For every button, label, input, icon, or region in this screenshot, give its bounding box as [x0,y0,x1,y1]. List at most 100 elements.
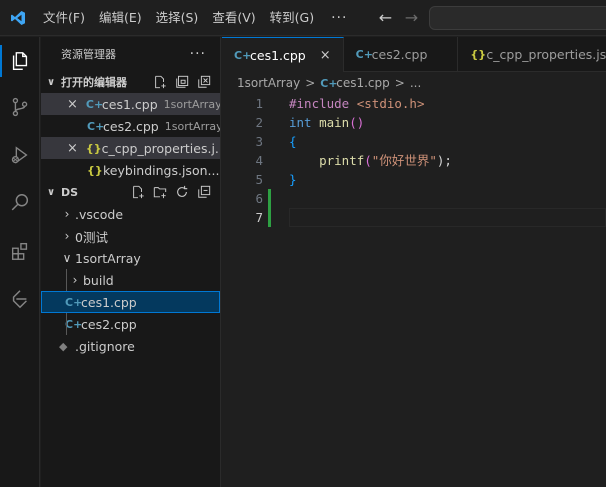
explorer-sidebar: 资源管理器 ··· ∨ 打开的编辑器 × C+ ces1.cpp 1sortAr… [41,37,221,487]
workspace-label: DS [61,185,79,199]
cpp-file-icon: C+ [85,97,104,111]
close-icon[interactable]: × [67,97,78,112]
tab-ces2-cpp[interactable]: C+ ces2.cpp [344,37,459,72]
vscode-logo-icon[interactable] [0,0,36,36]
arrow-left-icon[interactable]: ← [377,8,393,27]
tab-c-cpp-properties[interactable]: {} c_cpp_properties.json [458,37,606,72]
remote-explorer-icon[interactable] [0,277,40,321]
tree-file-item[interactable]: ◆ .gitignore [41,335,220,357]
new-file-icon[interactable] [130,184,146,200]
tree-file-item-selected[interactable]: C+ ces1.cpp [41,291,220,313]
new-folder-icon[interactable] [152,184,168,200]
open-editor-name: ces2.cpp [103,118,159,134]
refresh-icon[interactable] [174,184,190,200]
tree-item-label: ces1.cpp [81,294,137,310]
save-all-icon[interactable] [174,74,190,90]
tree-folder-item[interactable]: › .vscode [41,203,220,225]
open-editors-actions [152,74,212,90]
open-editors-section-header[interactable]: ∨ 打开的编辑器 [41,71,220,93]
line-number: 6 [255,191,263,206]
line-number: 3 [255,134,263,149]
function-call: printf [319,153,365,168]
cpp-file-icon: C+ [65,295,83,309]
cpp-file-icon: C+ [234,48,252,62]
menu-go[interactable]: 转到(G) [263,0,321,36]
code-line: 3 { [222,132,606,151]
cpp-file-icon: C+ [87,119,105,133]
new-untitled-file-icon[interactable] [152,74,168,90]
search-icon[interactable] [0,181,40,225]
editor-tabs: C+ ces1.cpp × C+ ces2.cpp {} c_cpp_prope… [222,37,606,72]
current-line-highlight [289,208,606,227]
workspace-section-header[interactable]: ∨ DS [41,181,220,203]
code-line: 1 #include <stdio.h> [222,94,606,113]
close-all-editors-icon[interactable] [196,74,212,90]
open-editor-item[interactable]: {} keybindings.json... [41,159,220,181]
line-number: 1 [255,96,263,111]
chevron-right-icon: › [72,273,78,287]
open-paren: ( [364,153,372,168]
menu-view[interactable]: 查看(V) [205,0,262,36]
line-number: 2 [255,115,263,130]
extensions-icon[interactable] [0,229,40,273]
code-line: 5 } [222,170,606,189]
tree-folder-item[interactable]: › 0测试 [41,225,220,247]
json-file-icon: {} [85,141,102,155]
open-editor-name: ces1.cpp [101,96,158,112]
collapse-all-icon[interactable] [196,184,212,200]
preprocessor-directive: #include [289,96,350,111]
line-number: 7 [255,210,263,225]
code-text: } [289,170,297,189]
source-control-icon[interactable] [0,85,40,129]
menu-more-icon[interactable]: ··· [321,10,357,26]
open-editors-label: 打开的编辑器 [61,76,127,89]
menu-file[interactable]: 文件(F) [36,0,92,36]
include-header: <stdio.h> [356,96,425,111]
close-paren-semicolon: ); [436,153,452,168]
tree-item-label: 1sortArray [75,250,141,266]
tree-folder-item[interactable]: ∨ 1sortArray [41,247,220,269]
cpp-file-icon: C+ [65,317,83,331]
code-text: printf("你好世界"); [289,151,452,170]
chevron-down-icon: ∨ [46,186,56,198]
added-line-marker [268,189,271,208]
open-brace: { [289,134,297,149]
open-editor-item[interactable]: C+ ces2.cpp 1sortArray [41,115,220,137]
breadcrumb-file[interactable]: ces1.cpp [336,76,390,90]
close-icon[interactable]: × [320,48,331,63]
close-brace: } [289,172,297,187]
code-line: 6 [222,189,606,208]
tab-label: ces2.cpp [371,47,428,62]
workspace-actions [130,184,212,200]
open-editor-folder: 1sortArray [164,119,221,133]
more-actions-icon[interactable]: ··· [190,46,206,62]
activity-bar [0,37,40,487]
git-file-icon: ◆ [59,339,68,353]
code-line: 4 printf("你好世界"); [222,151,606,170]
menu-edit[interactable]: 编辑(E) [92,0,149,36]
tab-ces1-cpp[interactable]: C+ ces1.cpp × [222,37,344,72]
cpp-file-icon: C+ [355,48,373,61]
code-editor[interactable]: 1 #include <stdio.h> 2 int main() 3 { 4 … [222,94,606,487]
json-file-icon: {} [470,48,487,61]
command-center-search[interactable] [429,6,606,30]
navigation-arrows: ← → [377,8,419,27]
arrow-right-icon[interactable]: → [403,8,419,27]
close-icon[interactable]: × [67,141,78,156]
open-editor-item[interactable]: × C+ ces1.cpp 1sortArray [41,93,220,115]
code-line: 2 int main() [222,113,606,132]
line-number: 4 [255,153,263,168]
menu-selection[interactable]: 选择(S) [149,0,206,36]
open-editor-item[interactable]: × {} c_cpp_properties.j... [41,137,220,159]
explorer-icon[interactable] [0,39,40,83]
tab-label: c_cpp_properties.json [486,47,606,62]
breadcrumb-more[interactable]: ... [410,76,421,90]
menu-bar: 文件(F) 编辑(E) 选择(S) 查看(V) 转到(G) ··· [36,0,357,36]
run-debug-icon[interactable] [0,133,40,177]
tree-file-item[interactable]: C+ ces2.cpp [41,313,220,335]
tree-folder-item[interactable]: › build [41,269,220,291]
title-bar: 文件(F) 编辑(E) 选择(S) 查看(V) 转到(G) ··· ← → [0,0,606,36]
chevron-down-icon: ∨ [62,251,72,265]
breadcrumb-folder[interactable]: 1sortArray [237,76,300,90]
added-line-marker [268,208,271,227]
